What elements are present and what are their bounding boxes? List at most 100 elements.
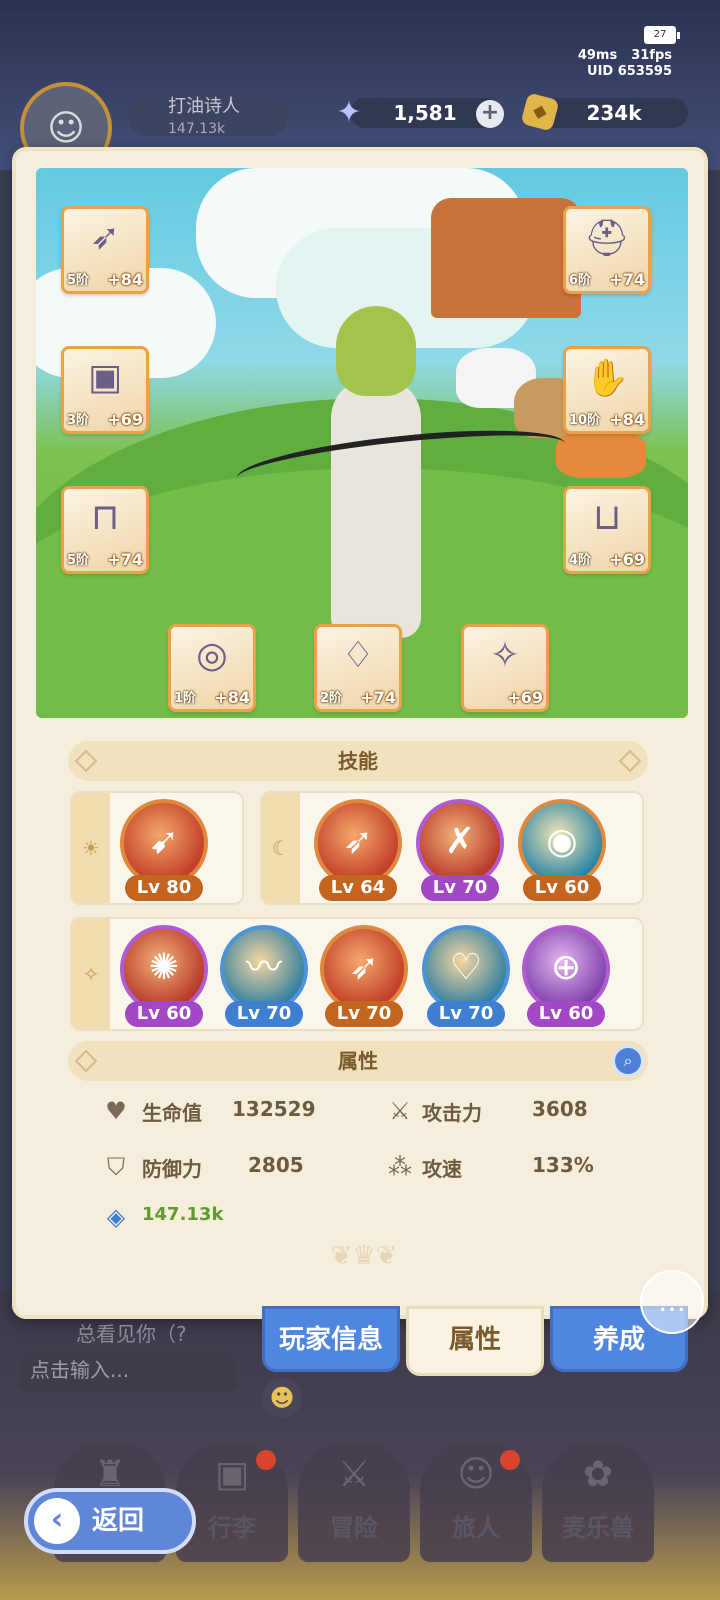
search-icon[interactable]: ⌕ <box>612 1045 644 1077</box>
equipment-tier: 10阶 <box>569 413 601 428</box>
emoji-icon[interactable]: ☻ <box>262 1378 302 1418</box>
chat-last-message: 总看见你（? <box>76 1322 187 1346</box>
back-button[interactable]: ‹ 返回 <box>24 1488 196 1554</box>
equipment-slot-armor[interactable]: ▣ 3阶 +69 <box>61 346 149 434</box>
player-card[interactable]: ☺ 打油诗人 147.13k <box>20 82 288 174</box>
equipment-slot-gloves[interactable]: ✋ 10阶 +84 <box>563 346 651 434</box>
crossed-swords-icon: ⚔ <box>389 1097 411 1125</box>
attributes-section-header: 属性 <box>68 1041 648 1081</box>
ring-icon: ◎ <box>196 635 228 676</box>
notification-dot <box>256 1450 276 1470</box>
equipment-slot-boots[interactable]: ⊔ 4阶 +69 <box>563 486 651 574</box>
skill-icon[interactable]: ◉ <box>518 799 606 887</box>
equipment-bonus: +84 <box>214 688 250 707</box>
skills-title: 技能 <box>338 749 378 773</box>
skill-level-badge: Lv 70 <box>421 875 499 901</box>
back-arrow-icon: ‹ <box>34 1498 80 1544</box>
equipment-bonus: +74 <box>609 270 645 289</box>
player-name-plate: 打油诗人 147.13k <box>128 96 288 137</box>
equipment-slot-necklace[interactable]: ♢ 2阶 +74 <box>314 624 402 712</box>
attack-label: 攻击力 <box>422 1101 482 1125</box>
equipment-bonus: +69 <box>609 550 645 569</box>
heart-icon: ♥ <box>105 1097 127 1125</box>
equipment-bonus: +74 <box>360 688 396 707</box>
equipment-slot-ring[interactable]: ◎ 1阶 +84 <box>168 624 256 712</box>
skill-icon[interactable]: ✗ <box>416 799 504 887</box>
equipment-bonus: +84 <box>107 270 143 289</box>
helmet-icon: ⛑ <box>584 218 630 259</box>
hp-value: 132529 <box>232 1097 316 1121</box>
notification-dot <box>500 1450 520 1470</box>
equipment-tier: 5阶 <box>67 273 90 288</box>
equipment-bonus: +69 <box>107 410 143 429</box>
tab-player-info[interactable]: 玩家信息 <box>262 1306 400 1372</box>
equipment-slot-helmet[interactable]: ⛑ 6阶 +74 <box>563 206 651 294</box>
shield-icon: ⛉ <box>107 1153 125 1181</box>
character-head <box>336 306 416 396</box>
pendant-icon: ✧ <box>489 635 521 676</box>
bow-icon: ➶ <box>89 217 121 258</box>
attack-speed-value: 133% <box>532 1153 594 1177</box>
skill-level-badge: Lv 60 <box>125 1001 203 1027</box>
add-gems-button[interactable]: + <box>476 100 504 128</box>
skill-icon[interactable]: ✺ <box>120 925 208 1013</box>
skill-icon[interactable]: ♡ <box>422 925 510 1013</box>
skill-level-badge: Lv 60 <box>523 875 601 901</box>
ornament-icon <box>74 1049 98 1073</box>
equipment-tier: 4阶 <box>569 553 592 568</box>
skill-icon[interactable]: ➹ <box>120 799 208 887</box>
fox-plush-icon <box>556 428 646 478</box>
skill-level-badge: Lv 70 <box>325 1001 403 1027</box>
crossed-swords-icon: ⚔ <box>337 1454 371 1495</box>
skill-icon[interactable]: ⊕ <box>522 925 610 1013</box>
pet-icon: ✿ <box>582 1454 614 1495</box>
gem-icon: ✦ <box>336 95 362 130</box>
battery-icon: 27 <box>644 26 680 44</box>
attack-value: 3608 <box>532 1097 588 1121</box>
equipment-bonus: +84 <box>609 410 645 429</box>
skills-section-header: 技能 <box>68 741 648 781</box>
chat-bubble-icon[interactable]: … <box>640 1270 704 1334</box>
equipment-bonus: +74 <box>107 550 143 569</box>
power-value: 147.13k <box>142 1204 224 1225</box>
skill-icon[interactable]: 〰 <box>220 925 308 1013</box>
equipment-slot-accessory[interactable]: ✧ +69 <box>461 624 549 712</box>
equipment-tier: 5阶 <box>67 553 90 568</box>
ornament-icon <box>618 749 642 773</box>
skill-icon[interactable]: ➶ <box>320 925 408 1013</box>
nav-label-adventure: 冒险 <box>330 1514 378 1542</box>
defense-value: 2805 <box>248 1153 304 1177</box>
hp-label: 生命值 <box>142 1101 202 1125</box>
gold-counter: 234k <box>540 98 688 128</box>
star-icon: ✧ <box>72 919 110 1029</box>
chat-input[interactable]: 点击输入... <box>20 1348 236 1392</box>
back-label: 返回 <box>92 1506 145 1536</box>
defense-label: 防御力 <box>142 1157 202 1181</box>
nav-pets[interactable]: ✿ <box>542 1442 654 1562</box>
character-detail-panel: ➶ 5阶 +84 ⛑ 6阶 +74 ▣ 3阶 +69 ✋ 10阶 +84 ⊓ 5阶 +74 ⊔ 4阶 +69 ◎ 1阶… <box>12 147 708 1319</box>
equipment-slot-bow[interactable]: ➶ 5阶 +84 <box>61 206 149 294</box>
character-body <box>331 378 421 638</box>
skill-level-badge: Lv 70 <box>427 1001 505 1027</box>
nav-adventure[interactable]: ⚔ <box>298 1442 410 1562</box>
pants-icon: ⊓ <box>90 497 120 538</box>
equipment-tier: 6阶 <box>569 273 592 288</box>
boots-icon: ⊔ <box>592 497 622 538</box>
skill-level-badge: Lv 64 <box>319 875 397 901</box>
uid: UID 653595 <box>587 64 672 79</box>
gauntlet-icon: ✋ <box>584 358 630 399</box>
status-readout: 49ms 31fps UID 653595 <box>578 48 672 80</box>
wifi-ping: 49ms <box>577 48 618 63</box>
armor-icon: ▣ <box>87 357 122 398</box>
power-shield-icon: ◈ <box>106 1203 126 1231</box>
player-name: 打油诗人 <box>168 96 240 117</box>
fps: 31fps <box>631 48 672 63</box>
tab-attributes[interactable]: 属性 <box>406 1306 544 1376</box>
equipment-tier: 1阶 <box>174 691 197 706</box>
crown-ornament-icon: ❦♛❦ <box>330 1241 398 1271</box>
equipment-slot-pants[interactable]: ⊓ 5阶 +74 <box>61 486 149 574</box>
equipment-tier: 2阶 <box>320 691 343 706</box>
attack-speed-label: 攻速 <box>422 1157 462 1181</box>
skill-icon[interactable]: ➶ <box>314 799 402 887</box>
player-power: 147.13k <box>168 121 226 137</box>
